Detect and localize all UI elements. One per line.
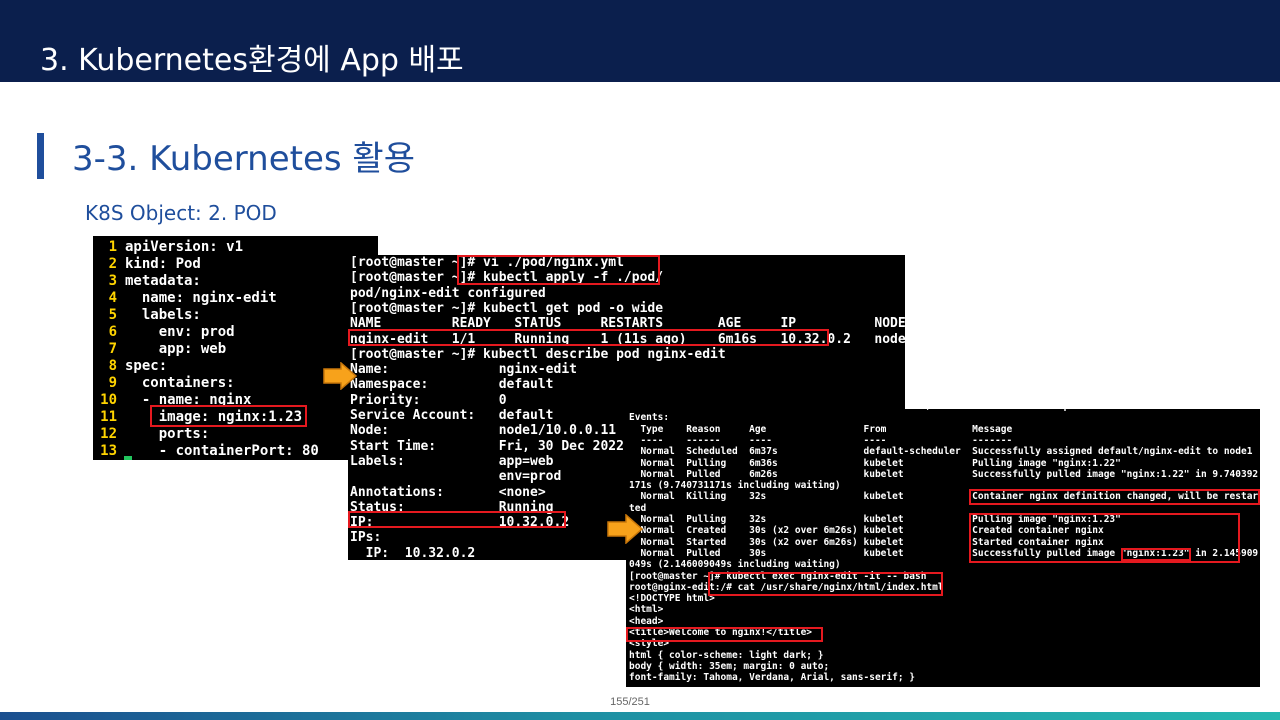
yaml-line: 3 metadata: <box>93 273 201 290</box>
yaml-line-text: spec: <box>125 358 168 374</box>
terminal-line: nginx-edit 1/1 Running 1 (11s ago) 6m16s… <box>350 331 905 347</box>
terminal-line: env=prod <box>350 469 562 485</box>
yaml-line: 12 ports: <box>93 426 209 443</box>
header-bar: 3. Kubernetes환경에 App 배포 <box>0 0 1280 82</box>
terminal-events-screenshot: Node.kubernetes.io/unreachable:NoExecute… <box>626 409 1260 687</box>
terminal-line: Normal Pulled 30s kubelet Successfully p… <box>629 547 1259 559</box>
editor-cursor <box>124 456 132 460</box>
line-number: 3 <box>108 273 117 289</box>
terminal-line: <style> <box>629 638 670 650</box>
terminal-line: IPs: <box>350 530 382 546</box>
terminal-line: IP: 10.32.0.2 <box>350 515 570 531</box>
yaml-line: 4 name: nginx-edit <box>93 290 277 307</box>
terminal-line: ted <box>629 502 647 514</box>
line-number: 6 <box>108 324 117 340</box>
yaml-line: 10 - name: nginx <box>93 392 251 409</box>
terminal-line: <html> <box>629 604 664 616</box>
terminal-line: Service Account: default <box>350 408 554 423</box>
line-number: 12 <box>100 426 117 442</box>
yaml-line: 5 labels: <box>93 307 201 324</box>
yaml-line-text: kind: Pod <box>125 256 201 272</box>
terminal-line: Normal Pulled 6m26s kubelet Successfully… <box>629 468 1259 480</box>
arrow-right-icon <box>607 514 643 544</box>
yaml-line-text: - containerPort: 80 <box>125 443 319 459</box>
line-number: 7 <box>108 341 117 357</box>
terminal-line: ---- ------ ---- ---- ------- <box>629 434 1013 446</box>
section-subtitle: K8S Object: 2. POD <box>85 201 277 225</box>
line-number: 10 <box>100 392 117 408</box>
terminal-line: Labels: app=web <box>350 453 554 469</box>
terminal-line: Name: nginx-edit <box>350 362 577 378</box>
terminal-line: Events: <box>629 412 670 424</box>
terminal-line: [root@master ~]# kubectl apply -f ./pod/ <box>350 270 664 286</box>
terminal-line: pod/nginx-edit configured <box>350 285 546 301</box>
terminal-line: body { width: 35em; margin: 0 auto; <box>629 660 830 672</box>
terminal-line: Start Time: Fri, 30 Dec 2022 15 <box>350 438 648 454</box>
yaml-line-text: labels: <box>125 307 201 323</box>
terminal-line: [root@master ~]# kubectl describe pod ng… <box>350 346 726 362</box>
terminal-line: root@nginx-edit:/# cat /usr/share/nginx/… <box>629 581 944 593</box>
terminal-line: Node: node1/10.0.0.11 <box>350 423 617 439</box>
terminal-line: Status: Running <box>350 499 554 515</box>
yaml-line-text: containers: <box>125 375 235 391</box>
section-accent-bar <box>37 133 44 179</box>
terminal-line: Type Reason Age From Message <box>629 423 1013 435</box>
line-number: 5 <box>108 307 117 323</box>
terminal-line: Normal Scheduled 6m37s default-scheduler… <box>629 446 1253 458</box>
terminal-line: [root@master ~]# kubectl exec nginx-edit… <box>629 570 927 582</box>
terminal-line: <head> <box>629 615 664 627</box>
line-number: 8 <box>108 358 117 374</box>
yaml-line: 2 kind: Pod <box>93 256 201 273</box>
yaml-line-text: image: nginx:1.23 <box>125 409 303 425</box>
terminal-line: Normal Pulling 32s kubelet Pulling image… <box>629 514 1121 525</box>
terminal-line: Normal Killing 32s kubelet Container ngi… <box>629 491 1259 503</box>
footer-gradient-bar <box>0 712 1280 720</box>
yaml-line-text: metadata: <box>125 273 201 289</box>
terminal-line: IP: 10.32.0.2 <box>350 545 476 560</box>
yaml-line: 11 image: nginx:1.23 <box>93 409 302 426</box>
yaml-line-text: app: web <box>125 341 227 357</box>
yaml-line: 1 apiVersion: v1 <box>93 239 243 256</box>
terminal-line: [root@master ~]# vi ./pod/nginx.yml <box>350 255 624 270</box>
terminal-line: Annotations: <none> <box>350 484 546 500</box>
terminal-line: NAME READY STATUS RESTARTS AGE IP NODE N <box>350 316 905 332</box>
page-number: 155/251 <box>610 696 650 708</box>
terminal-line: Priority: 0 <box>350 392 507 408</box>
section-title: 3-3. Kubernetes 활용 <box>72 139 415 179</box>
yaml-line: 8 spec: <box>93 358 168 375</box>
terminal-line: Normal Started 30s (x2 over 6m26s) kubel… <box>629 536 1104 548</box>
terminal-line: 171s (9.740731171s including waiting) <box>629 480 841 492</box>
yaml-line: 7 app: web <box>93 341 227 358</box>
yaml-line-text: - name: nginx <box>125 392 252 408</box>
line-number: 2 <box>108 256 117 272</box>
yaml-line: 9 containers: <box>93 375 235 392</box>
line-number: 4 <box>108 290 117 306</box>
terminal-line: Normal Pulling 6m36s kubelet Pulling ima… <box>629 457 1121 469</box>
terminal-line: [root@master ~]# kubectl get pod -o wide <box>350 300 664 316</box>
line-number: 13 <box>100 443 117 459</box>
terminal-line: <title>Welcome to nginx!</title> <box>629 627 813 638</box>
yaml-line-text: env: prod <box>125 324 235 340</box>
line-number: 9 <box>108 375 117 391</box>
terminal-line: Node.kubernetes.io/unreachable:NoExecute… <box>629 409 1160 412</box>
terminal-line: 049s (2.146009049s including waiting) <box>629 559 841 571</box>
header-title: 3. Kubernetes환경에 App 배포 <box>40 43 464 78</box>
yaml-line-text: name: nginx-edit <box>125 290 277 306</box>
terminal-line: font-family: Tahoma, Verdana, Arial, san… <box>629 672 915 684</box>
terminal-line: Namespace: default <box>350 377 554 393</box>
terminal-line: Normal Created 30s (x2 over 6m26s) kubel… <box>629 525 1104 537</box>
arrow-right-icon <box>323 362 357 390</box>
yaml-line-text: apiVersion: v1 <box>125 239 244 255</box>
yaml-editor-screenshot: 1 apiVersion: v1 2 kind: Pod 3 metadata: 4 nam… <box>93 236 378 460</box>
yaml-line-text: ports: <box>125 426 210 442</box>
terminal-line: html { color-scheme: light dark; } <box>629 649 824 661</box>
line-number: 11 <box>100 409 117 425</box>
terminal-line: <!DOCTYPE html> <box>629 593 715 605</box>
line-number: 1 <box>108 239 117 255</box>
yaml-line: 6 env: prod <box>93 324 235 341</box>
